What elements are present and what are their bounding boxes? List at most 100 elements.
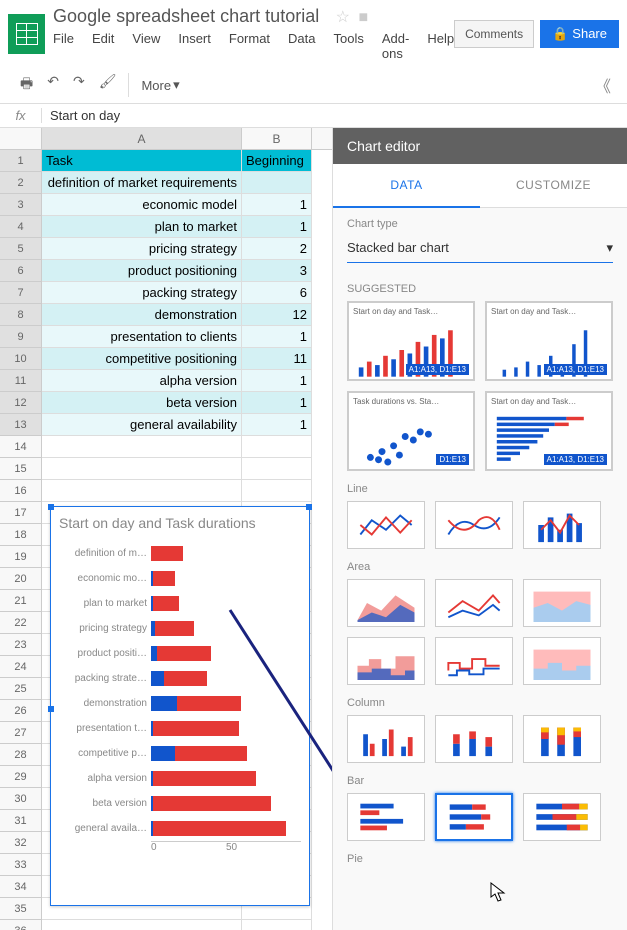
menu-help[interactable]: Help (427, 31, 454, 61)
row-header[interactable]: 11 (0, 370, 42, 392)
row-header[interactable]: 14 (0, 436, 42, 458)
tab-data[interactable]: DATA (333, 164, 480, 208)
row-header[interactable]: 29 (0, 766, 42, 788)
suggested-chart-3[interactable]: Task durations vs. Sta… D1:E13 (347, 391, 475, 471)
row-header[interactable]: 13 (0, 414, 42, 436)
cell[interactable]: 1 (242, 370, 312, 392)
row-header[interactable]: 24 (0, 656, 42, 678)
cell[interactable]: 1 (242, 414, 312, 436)
share-button[interactable]: 🔒 Share (540, 20, 619, 48)
menu-edit[interactable]: Edit (92, 31, 114, 61)
menu-format[interactable]: Format (229, 31, 270, 61)
row-header[interactable]: 34 (0, 876, 42, 898)
cell[interactable]: plan to market (42, 216, 242, 238)
cell[interactable]: 1 (242, 392, 312, 414)
row-header[interactable]: 22 (0, 612, 42, 634)
cell[interactable]: alpha version (42, 370, 242, 392)
chart-type-line-1[interactable] (347, 501, 425, 549)
chart-type-area-6[interactable] (523, 637, 601, 685)
row-header[interactable]: 35 (0, 898, 42, 920)
column-header-b[interactable]: B (242, 128, 312, 149)
row-header[interactable]: 21 (0, 590, 42, 612)
row-header[interactable]: 32 (0, 832, 42, 854)
spreadsheet-grid[interactable]: A B 1TaskBeginning2definition of market … (0, 128, 332, 930)
column-header-a[interactable]: A (42, 128, 242, 149)
print-icon[interactable]: 🖶 (20, 73, 33, 97)
cell[interactable]: Beginning (242, 150, 312, 172)
chart-type-area-2[interactable] (435, 579, 513, 627)
row-header[interactable]: 5 (0, 238, 42, 260)
cell[interactable] (242, 458, 312, 480)
menu-file[interactable]: File (53, 31, 74, 61)
row-header[interactable]: 8 (0, 304, 42, 326)
row-header[interactable]: 28 (0, 744, 42, 766)
row-header[interactable]: 27 (0, 722, 42, 744)
row-header[interactable]: 6 (0, 260, 42, 282)
cell[interactable]: competitive positioning (42, 348, 242, 370)
row-header[interactable]: 23 (0, 634, 42, 656)
row-header[interactable]: 19 (0, 546, 42, 568)
chart-type-line-2[interactable] (435, 501, 513, 549)
cell[interactable]: pricing strategy (42, 238, 242, 260)
move-folder-icon[interactable]: ■ (358, 9, 368, 26)
row-header[interactable]: 4 (0, 216, 42, 238)
cell[interactable] (242, 172, 312, 194)
cell[interactable]: Task (42, 150, 242, 172)
row-header[interactable]: 33 (0, 854, 42, 876)
cell[interactable]: 12 (242, 304, 312, 326)
row-header[interactable]: 7 (0, 282, 42, 304)
row-header[interactable]: 15 (0, 458, 42, 480)
cell[interactable]: 3 (242, 260, 312, 282)
chart-type-area-1[interactable] (347, 579, 425, 627)
row-header[interactable]: 3 (0, 194, 42, 216)
panel-chevron-icon[interactable]: 《 (587, 73, 619, 97)
menu-insert[interactable]: Insert (178, 31, 211, 61)
row-header[interactable]: 17 (0, 502, 42, 524)
chart-type-bar-1[interactable] (347, 793, 425, 841)
chart-type-column-1[interactable] (347, 715, 425, 763)
cell[interactable]: economic model (42, 194, 242, 216)
cell[interactable]: definition of market requirements (42, 172, 242, 194)
row-header[interactable]: 20 (0, 568, 42, 590)
cell[interactable] (42, 480, 242, 502)
redo-icon[interactable]: ↷ (73, 73, 85, 97)
cell[interactable]: packing strategy (42, 282, 242, 304)
cell[interactable]: beta version (42, 392, 242, 414)
suggested-chart-4[interactable]: Start on day and Task… A1:A13, D1:E13 (485, 391, 613, 471)
sheets-logo[interactable] (8, 14, 45, 54)
suggested-chart-2[interactable]: Start on day and Task… A1:A13, D1:E13 (485, 301, 613, 381)
tab-customize[interactable]: CUSTOMIZE (480, 164, 627, 208)
suggested-chart-1[interactable]: Start on day and Task… A1:A13, D1:E13 (347, 301, 475, 381)
cell[interactable] (242, 436, 312, 458)
document-title[interactable]: Google spreadsheet chart tutorial (53, 6, 319, 27)
row-header[interactable]: 31 (0, 810, 42, 832)
cell[interactable]: 6 (242, 282, 312, 304)
cell[interactable]: product positioning (42, 260, 242, 282)
paint-format-icon[interactable]: 🖌 (99, 73, 117, 97)
menu-tools[interactable]: Tools (334, 31, 364, 61)
chart-type-column-2[interactable] (435, 715, 513, 763)
comments-button[interactable]: Comments (454, 20, 534, 48)
chart-type-column-3[interactable] (523, 715, 601, 763)
chart-type-area-3[interactable] (523, 579, 601, 627)
row-header[interactable]: 16 (0, 480, 42, 502)
chart-type-bar-100[interactable] (523, 793, 601, 841)
row-header[interactable]: 12 (0, 392, 42, 414)
row-header[interactable]: 2 (0, 172, 42, 194)
row-header[interactable]: 26 (0, 700, 42, 722)
row-header[interactable]: 18 (0, 524, 42, 546)
row-header[interactable]: 1 (0, 150, 42, 172)
cell[interactable]: demonstration (42, 304, 242, 326)
menu-view[interactable]: View (132, 31, 160, 61)
chart-type-line-3[interactable] (523, 501, 601, 549)
cell[interactable]: 2 (242, 238, 312, 260)
select-all-corner[interactable] (0, 128, 42, 149)
cell[interactable] (42, 436, 242, 458)
chart-type-select[interactable]: Stacked bar chart ▾ (347, 234, 613, 263)
row-header[interactable]: 30 (0, 788, 42, 810)
embedded-chart[interactable]: Start on day and Task durations definiti… (50, 506, 310, 906)
row-header[interactable]: 25 (0, 678, 42, 700)
cell[interactable]: 11 (242, 348, 312, 370)
formula-input[interactable]: Start on day (42, 108, 627, 123)
cell[interactable] (242, 480, 312, 502)
